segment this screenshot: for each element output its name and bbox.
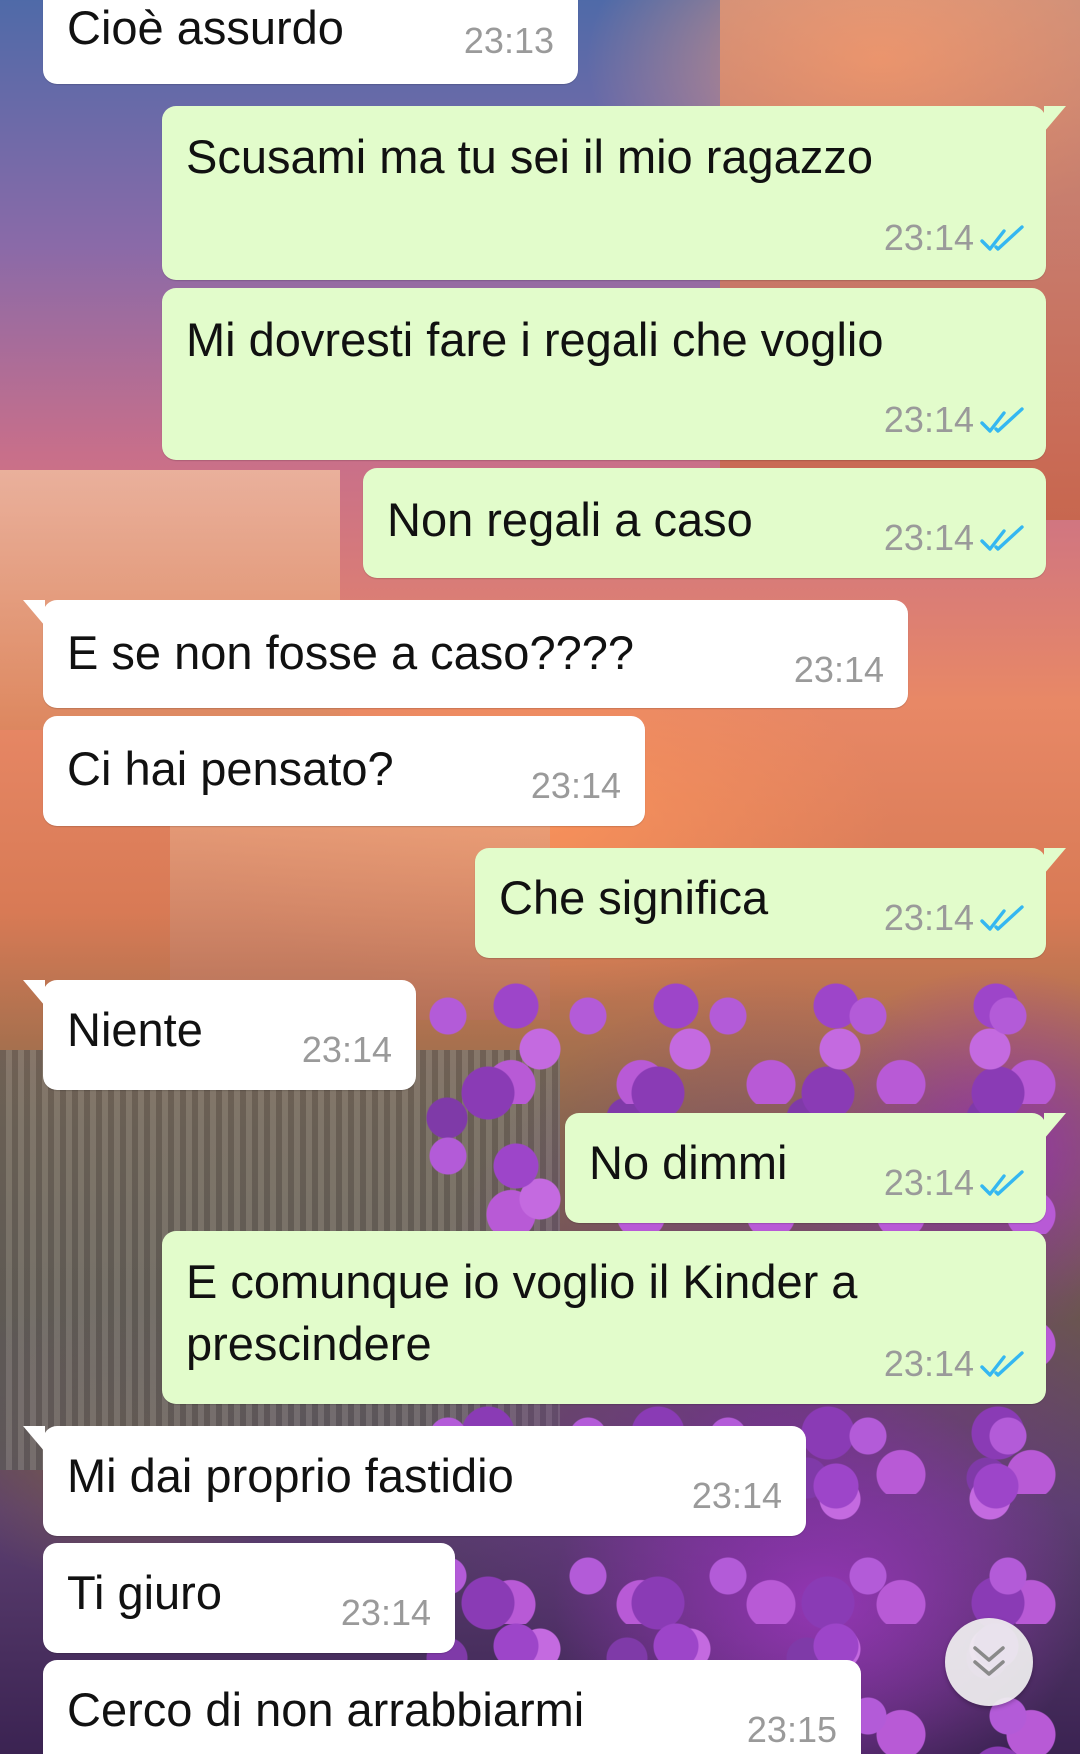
message-text: Mi dovresti fare i regali che voglio: [186, 313, 884, 366]
bubble-tail: [23, 600, 45, 626]
message-time: 23:14: [883, 1343, 974, 1384]
bubble-tail: [1044, 848, 1066, 874]
bubble-tail: [1044, 106, 1066, 132]
message-bubble-incoming[interactable]: Ci hai pensato? 23:14: [43, 716, 645, 826]
message-time: 23:14: [793, 649, 884, 690]
message-text: Mi dai proprio fastidio: [67, 1449, 514, 1502]
message-text: Ti giuro: [67, 1566, 222, 1619]
double-check-icon: [980, 1351, 1024, 1377]
message-time: 23:14: [883, 517, 974, 558]
message-bubble-outgoing[interactable]: E comunque io voglio il Kinder a prescin…: [162, 1231, 1046, 1404]
message-text: Non regali a caso: [387, 493, 753, 546]
message-bubble-outgoing[interactable]: Mi dovresti fare i regali che voglio 23:…: [162, 288, 1046, 460]
message-bubble-outgoing[interactable]: Non regali a caso 23:14: [363, 468, 1046, 578]
message-time: 23:14: [530, 765, 621, 806]
message-bubble-outgoing[interactable]: No dimmi 23:14: [565, 1113, 1066, 1223]
message-time: 23:13: [463, 20, 554, 61]
bubble-tail: [23, 1426, 45, 1452]
message-text: Ci hai pensato?: [67, 742, 394, 795]
message-time: 23:14: [691, 1475, 782, 1516]
message-bubble-incoming[interactable]: E se non fosse a caso???? 23:14: [23, 600, 908, 708]
message-text-line: E comunque io voglio il Kinder a: [186, 1255, 858, 1308]
message-text-line: prescindere: [186, 1317, 432, 1370]
double-check-icon: [980, 225, 1024, 251]
message-time: 23:14: [883, 217, 974, 258]
message-bubble-incoming[interactable]: Niente 23:14: [23, 980, 416, 1090]
message-time: 23:15: [746, 1709, 837, 1750]
message-bubble-incoming[interactable]: Cioè assurdo 23:13: [43, 0, 578, 84]
double-chevron-down-icon: [973, 1646, 1005, 1676]
message-time: 23:14: [883, 897, 974, 938]
message-time: 23:14: [883, 1162, 974, 1203]
message-text: Cerco di non arrabbiarmi: [67, 1683, 585, 1736]
bubble-tail: [1044, 1113, 1066, 1139]
message-time: 23:14: [301, 1029, 392, 1070]
double-check-icon: [980, 407, 1024, 433]
message-bubble-outgoing[interactable]: Che significa 23:14: [475, 848, 1066, 958]
message-time: 23:14: [340, 1592, 431, 1633]
message-bubble-incoming[interactable]: Ti giuro 23:14: [43, 1543, 455, 1653]
message-text: Niente: [67, 1003, 203, 1056]
bubble-tail: [23, 980, 45, 1006]
message-text: E se non fosse a caso????: [67, 626, 635, 679]
message-text: Cioè assurdo: [67, 1, 344, 54]
message-text: Scusami ma tu sei il mio ragazzo: [186, 130, 873, 183]
scroll-to-bottom-button[interactable]: [945, 1618, 1033, 1706]
message-bubble-incoming[interactable]: Mi dai proprio fastidio 23:14: [23, 1426, 806, 1536]
message-bubble-outgoing[interactable]: Scusami ma tu sei il mio ragazzo 23:14: [162, 106, 1066, 280]
message-time: 23:14: [883, 399, 974, 440]
message-bubble-incoming[interactable]: Cerco di non arrabbiarmi 23:15: [43, 1660, 861, 1754]
message-text: Che significa: [499, 871, 769, 924]
double-check-icon: [980, 905, 1024, 931]
message-text: No dimmi: [589, 1136, 788, 1189]
double-check-icon: [980, 525, 1024, 551]
double-check-icon: [980, 1170, 1024, 1196]
